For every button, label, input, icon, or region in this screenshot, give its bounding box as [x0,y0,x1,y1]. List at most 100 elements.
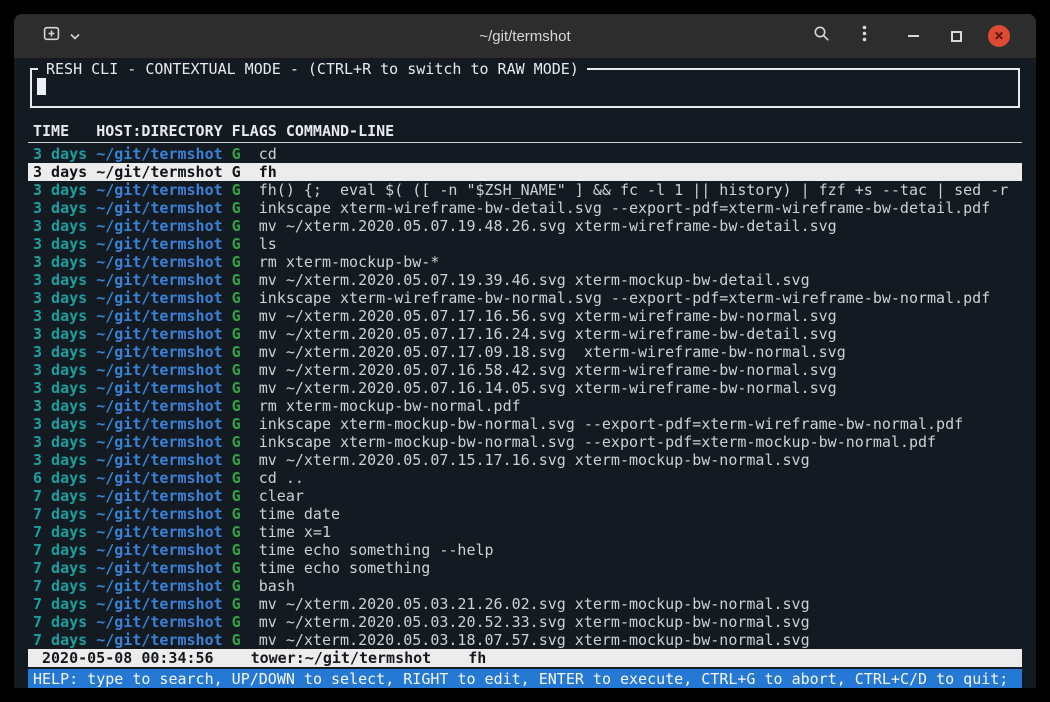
restore-button[interactable] [945,25,967,47]
search-input[interactable]: RESH CLI - CONTEXTUAL MODE - (CTRL+R to … [30,68,1020,108]
search-button[interactable] [810,25,832,47]
history-flags: G [232,343,241,361]
history-host: ~/git/termshot [96,307,222,325]
history-row[interactable]: 3 days ~/git/termshot G fh [28,163,1022,181]
history-flags: G [232,415,241,433]
history-flags: G [232,253,241,271]
history-time: 7 days [33,523,87,541]
history-flags: G [232,433,241,451]
history-command: bash [259,577,295,595]
history-command: mv ~/xterm.2020.05.07.16.58.42.svg xterm… [259,361,837,379]
history-command: mv ~/xterm.2020.05.03.21.26.02.svg xterm… [259,595,810,613]
history-flags: G [232,451,241,469]
history-time: 3 days [33,199,87,217]
history-row[interactable]: 7 days ~/git/termshot G time echo someth… [28,559,1022,577]
history-flags: G [232,505,241,523]
history-flags: G [232,235,241,253]
search-icon [813,25,830,47]
history-row[interactable]: 3 days ~/git/termshot G mv ~/xterm.2020.… [28,379,1022,397]
history-command: mv ~/xterm.2020.05.07.19.48.26.svg xterm… [259,217,837,235]
history-row[interactable]: 7 days ~/git/termshot G time date [28,505,1022,523]
history-host: ~/git/termshot [96,505,222,523]
titlebar: ~/git/termshot ✕ [14,14,1036,58]
history-time: 3 days [33,145,87,163]
history-row[interactable]: 3 days ~/git/termshot G mv ~/xterm.2020.… [28,307,1022,325]
menu-button[interactable] [853,25,875,47]
history-host: ~/git/termshot [96,271,222,289]
history-row[interactable]: 3 days ~/git/termshot G mv ~/xterm.2020.… [28,271,1022,289]
history-time: 7 days [33,613,87,631]
history-row[interactable]: 3 days ~/git/termshot G mv ~/xterm.2020.… [28,325,1022,343]
history-row[interactable]: 3 days ~/git/termshot G inkscape xterm-m… [28,415,1022,433]
history-row[interactable]: 3 days ~/git/termshot G rm xterm-mockup-… [28,397,1022,415]
history-row[interactable]: 3 days ~/git/termshot G mv ~/xterm.2020.… [28,343,1022,361]
history-command: inkscape xterm-mockup-bw-normal.svg --ex… [259,433,936,451]
history-time: 3 days [33,325,87,343]
history-row[interactable]: 7 days ~/git/termshot G bash [28,577,1022,595]
history-time: 3 days [33,433,87,451]
history-row[interactable]: 3 days ~/git/termshot G mv ~/xterm.2020.… [28,451,1022,469]
history-time: 7 days [33,631,87,649]
help-bar: HELP: type to search, UP/DOWN to select,… [28,669,1022,688]
history-time: 7 days [33,505,87,523]
history-time: 3 days [33,451,87,469]
tab-dropdown-button[interactable] [69,25,81,47]
history-host: ~/git/termshot [96,559,222,577]
history-command: ls [259,235,277,253]
history-command: rm xterm-mockup-bw-normal.pdf [259,397,521,415]
history-time: 3 days [33,217,87,235]
new-tab-button[interactable] [40,25,62,47]
history-host: ~/git/termshot [96,613,222,631]
history-command: mv ~/xterm.2020.05.03.18.07.57.svg xterm… [259,631,810,649]
history-command: inkscape xterm-mockup-bw-normal.svg --ex… [259,415,963,433]
history-row[interactable]: 7 days ~/git/termshot G mv ~/xterm.2020.… [28,595,1022,613]
header-time: TIME [33,122,87,140]
history-command: mv ~/xterm.2020.05.07.16.14.05.svg xterm… [259,379,837,397]
history-row[interactable]: 7 days ~/git/termshot G mv ~/xterm.2020.… [28,631,1022,649]
history-row[interactable]: 7 days ~/git/termshot G time echo someth… [28,541,1022,559]
history-row[interactable]: 3 days ~/git/termshot G rm xterm-mockup-… [28,253,1022,271]
history-command: time echo something [259,559,431,577]
history-row[interactable]: 3 days ~/git/termshot G inkscape xterm-m… [28,433,1022,451]
history-flags: G [232,271,241,289]
history-time: 3 days [33,379,87,397]
history-host: ~/git/termshot [96,163,222,181]
history-time: 3 days [33,181,87,199]
status-bar: 2020-05-08 00:34:56tower:~/git/termshotf… [28,649,1022,667]
history-time: 3 days [33,163,87,181]
history-row[interactable]: 3 days ~/git/termshot G inkscape xterm-w… [28,199,1022,217]
history-host: ~/git/termshot [96,181,222,199]
text-cursor [37,78,46,95]
history-command: mv ~/xterm.2020.05.07.19.39.46.svg xterm… [259,271,810,289]
history-host: ~/git/termshot [96,343,222,361]
minimize-button[interactable] [902,25,924,47]
history-row[interactable]: 3 days ~/git/termshot G mv ~/xterm.2020.… [28,217,1022,235]
history-host: ~/git/termshot [96,433,222,451]
history-host: ~/git/termshot [96,631,222,649]
history-flags: G [232,559,241,577]
history-row[interactable]: 3 days ~/git/termshot G fh() {; eval $( … [28,181,1022,199]
history-host: ~/git/termshot [96,325,222,343]
history-host: ~/git/termshot [96,487,222,505]
history-host: ~/git/termshot [96,451,222,469]
history-time: 7 days [33,487,87,505]
history-row[interactable]: 6 days ~/git/termshot G cd .. [28,469,1022,487]
history-row[interactable]: 7 days ~/git/termshot G time x=1 [28,523,1022,541]
history-flags: G [232,307,241,325]
terminal-screen[interactable]: RESH CLI - CONTEXTUAL MODE - (CTRL+R to … [14,58,1036,688]
history-flags: G [232,379,241,397]
history-host: ~/git/termshot [96,145,222,163]
history-row[interactable]: 3 days ~/git/termshot G mv ~/xterm.2020.… [28,361,1022,379]
history-flags: G [232,595,241,613]
history-flags: G [232,487,241,505]
history-row[interactable]: 7 days ~/git/termshot G mv ~/xterm.2020.… [28,613,1022,631]
history-flags: G [232,397,241,415]
history-time: 3 days [33,289,87,307]
close-button[interactable]: ✕ [988,25,1010,47]
history-row[interactable]: 7 days ~/git/termshot G clear [28,487,1022,505]
history-host: ~/git/termshot [96,289,222,307]
history-row[interactable]: 3 days ~/git/termshot G cd [28,145,1022,163]
history-row[interactable]: 3 days ~/git/termshot G ls [28,235,1022,253]
history-flags: G [232,541,241,559]
history-row[interactable]: 3 days ~/git/termshot G inkscape xterm-w… [28,289,1022,307]
